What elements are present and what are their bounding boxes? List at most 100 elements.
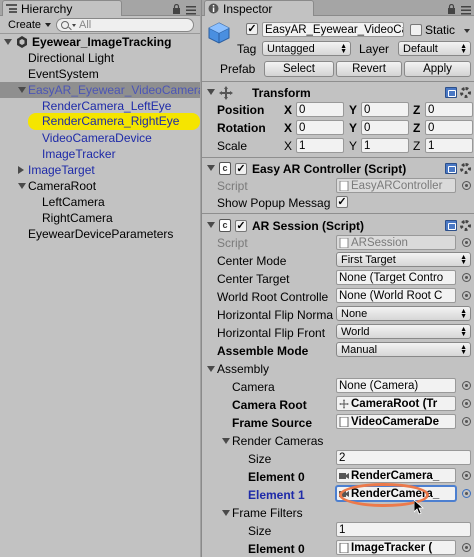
expand-arrow-icon[interactable] xyxy=(18,87,26,93)
prefab-apply-button[interactable]: Apply xyxy=(404,61,471,77)
updown-icon: ▲ ▼ xyxy=(460,308,467,320)
hierarchy-item[interactable]: EventSystem xyxy=(0,66,200,82)
component-enabled-checkbox[interactable]: ✓ xyxy=(235,220,247,232)
chevron-down-icon xyxy=(45,23,52,27)
gear-icon[interactable] xyxy=(460,220,471,231)
gear-icon[interactable] xyxy=(460,87,471,98)
hflip-normal-dropdown[interactable]: None ▲ ▼ xyxy=(336,306,471,321)
component-enabled-checkbox[interactable]: ✓ xyxy=(235,163,247,175)
hierarchy-item-label: VideoCameraDevice xyxy=(42,131,152,145)
frame-source-value: VideoCameraDe xyxy=(351,415,439,428)
static-checkbox[interactable] xyxy=(410,24,422,36)
camera-root-field[interactable]: CameraRoot (Tr xyxy=(336,396,456,411)
scale-y-input[interactable]: 1 xyxy=(361,138,409,153)
rotation-y-input[interactable]: 0 xyxy=(361,120,409,135)
hierarchy-icon xyxy=(6,3,17,14)
filters-size-input[interactable]: 1 xyxy=(336,522,471,537)
help-book-icon[interactable] xyxy=(445,87,457,98)
frame-source-field[interactable]: VideoCameraDe xyxy=(336,414,456,429)
chevron-down-icon[interactable] xyxy=(464,29,470,33)
script-field: ARSession xyxy=(336,235,456,250)
scale-z-input[interactable]: 1 xyxy=(425,138,473,153)
hierarchy-item-highlighted[interactable]: RenderCamera_RightEye xyxy=(0,112,200,130)
lock-icon[interactable] xyxy=(447,3,456,17)
hierarchy-item[interactable]: LeftCamera xyxy=(0,194,200,210)
hierarchy-item[interactable]: CameraRoot xyxy=(0,178,200,194)
gear-icon[interactable] xyxy=(460,163,471,174)
scene-row[interactable]: Eyewear_ImageTracking xyxy=(0,34,200,50)
hierarchy-item[interactable]: ImageTarget xyxy=(0,162,200,178)
hierarchy-item[interactable]: VideoCameraDevice xyxy=(0,130,200,146)
hierarchy-item[interactable]: EyewearDeviceParameters xyxy=(0,226,200,242)
object-picker-icon[interactable] xyxy=(462,471,471,480)
position-x-input[interactable]: 0 xyxy=(296,102,344,117)
hierarchy-item-label: ImageTracker xyxy=(42,147,116,161)
panel-menu-icon[interactable] xyxy=(461,4,471,18)
transform-icon xyxy=(219,86,233,103)
hflip-normal-label: Horizontal Flip Norma xyxy=(217,308,334,322)
center-target-field[interactable]: None (Target Contro xyxy=(336,270,456,285)
object-picker-icon[interactable] xyxy=(462,417,471,426)
element0-field[interactable]: RenderCamera_ xyxy=(336,468,456,483)
hflip-normal-value: None xyxy=(341,307,368,320)
axis-x-label: X xyxy=(284,139,293,153)
layer-dropdown[interactable]: Default ▲ ▼ xyxy=(398,41,471,56)
center-mode-value: First Target xyxy=(341,253,396,266)
object-picker-icon[interactable] xyxy=(462,291,471,300)
object-picker-icon[interactable] xyxy=(462,273,471,282)
render-cameras-label: Render Cameras xyxy=(232,434,324,448)
search-placeholder: All xyxy=(79,19,92,31)
lock-icon[interactable] xyxy=(172,3,181,17)
collapse-arrow-icon[interactable] xyxy=(207,222,215,228)
collapse-arrow-icon[interactable] xyxy=(222,438,230,444)
collapse-arrow-icon[interactable] xyxy=(207,366,215,372)
tab-inspector[interactable]: Inspector xyxy=(204,0,314,16)
object-picker-icon[interactable] xyxy=(462,489,471,498)
filter0-field[interactable]: ImageTracker ( xyxy=(336,540,456,555)
active-checkbox[interactable]: ✓ xyxy=(246,23,258,35)
world-root-field[interactable]: None (World Root C xyxy=(336,288,456,303)
gameobject-cube-icon xyxy=(208,22,230,47)
center-mode-dropdown[interactable]: First Target ▲ ▼ xyxy=(336,252,471,267)
create-button[interactable]: Create xyxy=(4,18,55,32)
script-value: EasyARController xyxy=(351,179,443,192)
help-book-icon[interactable] xyxy=(445,220,457,231)
hierarchy-item[interactable]: RightCamera xyxy=(0,210,200,226)
hflip-front-value: World xyxy=(341,325,370,338)
collapse-arrow-icon[interactable] xyxy=(222,510,230,516)
hierarchy-item-selected[interactable]: EasyAR_Eyewear_VideoCamera xyxy=(0,82,200,98)
object-name-input[interactable]: EasyAR_Eyewear_VideoCamera xyxy=(262,22,404,37)
tab-hierarchy[interactable]: Hierarchy xyxy=(2,0,122,16)
prefab-revert-button[interactable]: Revert xyxy=(336,61,402,77)
show-popup-checkbox[interactable]: ✓ xyxy=(336,196,348,208)
help-book-icon[interactable] xyxy=(445,163,457,174)
assemble-mode-dropdown[interactable]: Manual ▲ ▼ xyxy=(336,342,471,357)
object-picker-icon[interactable] xyxy=(462,543,471,552)
position-z-input[interactable]: 0 xyxy=(425,102,473,117)
hierarchy-item-label: CameraRoot xyxy=(28,179,97,193)
hierarchy-item[interactable]: RenderCamera_LeftEye xyxy=(0,98,200,114)
position-y-input[interactable]: 0 xyxy=(361,102,409,117)
hierarchy-item[interactable]: Directional Light xyxy=(0,50,200,66)
collapse-arrow-icon[interactable] xyxy=(207,89,215,95)
hierarchy-item[interactable]: ImageTracker xyxy=(0,146,200,162)
object-picker-icon[interactable] xyxy=(462,399,471,408)
expand-arrow-icon[interactable] xyxy=(18,183,26,189)
object-picker-icon[interactable] xyxy=(462,381,471,390)
camera-field[interactable]: None (Camera) xyxy=(336,378,456,393)
hflip-front-dropdown[interactable]: World ▲ ▼ xyxy=(336,324,471,339)
element0-label: Element 0 xyxy=(248,470,305,484)
expand-arrow-icon[interactable] xyxy=(18,166,24,174)
expand-arrow-icon[interactable] xyxy=(4,39,12,45)
rotation-z-input[interactable]: 0 xyxy=(425,120,473,135)
prefab-select-button[interactable]: Select xyxy=(264,61,334,77)
camera-root-label: Camera Root xyxy=(232,398,307,412)
search-input[interactable]: All xyxy=(56,18,194,32)
render-size-input[interactable]: 2 xyxy=(336,450,471,465)
tag-dropdown[interactable]: Untagged ▲ ▼ xyxy=(262,41,351,56)
collapse-arrow-icon[interactable] xyxy=(207,165,215,171)
panel-menu-icon[interactable] xyxy=(186,4,196,15)
scale-x-input[interactable]: 1 xyxy=(296,138,344,153)
tag-value: Untagged xyxy=(267,42,315,55)
rotation-x-input[interactable]: 0 xyxy=(296,120,344,135)
